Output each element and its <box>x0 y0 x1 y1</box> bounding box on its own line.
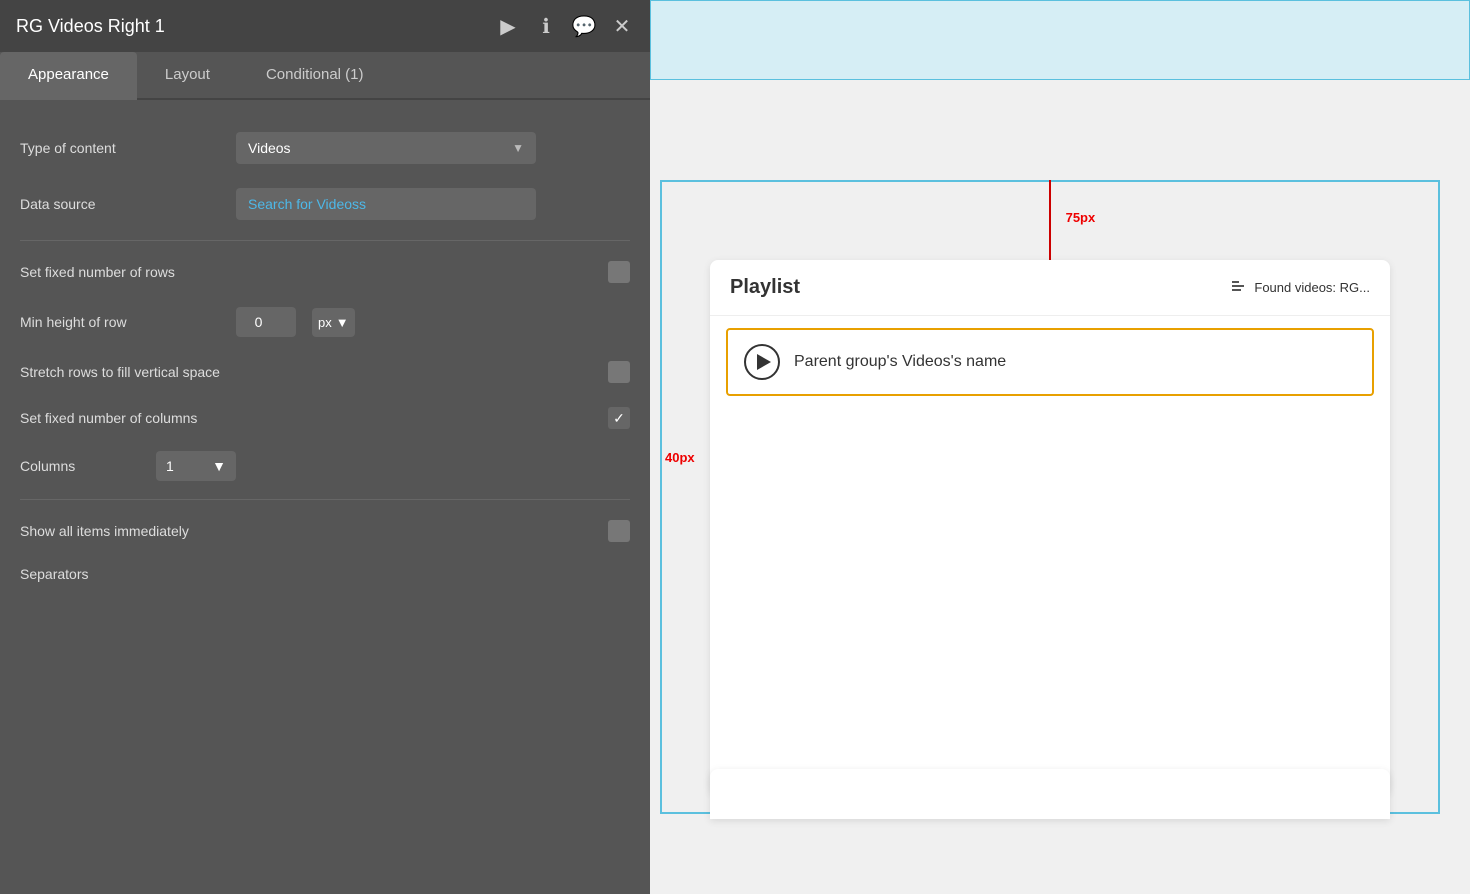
panel-header: RG Videos Right 1 ▶ ℹ 💬 ✕ <box>0 0 650 52</box>
play-icon[interactable]: ▶ <box>496 14 520 38</box>
play-button-circle <box>744 344 780 380</box>
left-panel: RG Videos Right 1 ▶ ℹ 💬 ✕ Appearance Lay… <box>0 0 650 894</box>
separators-label: Separators <box>20 566 220 582</box>
widget-card-header: Playlist Found videos: RG... <box>710 260 1390 316</box>
tab-appearance[interactable]: Appearance <box>0 52 137 100</box>
panel-content: Type of content Videos ▼ Data source Sea… <box>0 100 650 894</box>
chevron-down-icon: ▼ <box>212 458 226 474</box>
info-icon[interactable]: ℹ <box>534 14 558 38</box>
type-of-content-label: Type of content <box>20 140 220 156</box>
separators-row: Separators <box>20 554 630 594</box>
set-fixed-rows-label: Set fixed number of rows <box>20 264 175 280</box>
chevron-down-icon: ▼ <box>336 315 349 330</box>
type-of-content-select[interactable]: Videos ▼ <box>236 132 536 164</box>
data-source-row: Data source Search for Videoss <box>20 176 630 232</box>
tab-layout[interactable]: Layout <box>137 52 238 100</box>
data-source-control: Search for Videoss <box>236 188 630 220</box>
set-fixed-rows-row: Set fixed number of rows <box>20 249 630 295</box>
stretch-rows-checkbox[interactable] <box>608 361 630 383</box>
preview-widget: 75px 40px 101px Playlist Found vid <box>660 180 1440 814</box>
show-all-items-label: Show all items immediately <box>20 523 189 539</box>
widget-card-bottom <box>710 769 1390 819</box>
min-height-row: Min height of row px ▼ <box>20 295 630 349</box>
type-of-content-control: Videos ▼ <box>236 132 630 164</box>
top-strip <box>650 0 1470 80</box>
unit-select[interactable]: px ▼ <box>312 308 355 337</box>
card-subtitle: Found videos: RG... <box>1232 280 1370 295</box>
min-height-label: Min height of row <box>20 314 220 330</box>
tab-conditional[interactable]: Conditional (1) <box>238 52 392 100</box>
divider-1 <box>20 240 630 241</box>
stretch-rows-label: Stretch rows to fill vertical space <box>20 364 220 380</box>
right-panel: 75px 40px 101px Playlist Found vid <box>650 0 1470 894</box>
columns-label: Columns <box>20 458 140 474</box>
divider-2 <box>20 499 630 500</box>
set-fixed-columns-row: Set fixed number of columns ✓ <box>20 395 630 441</box>
measure-40px-label: 40px <box>665 450 695 465</box>
checkmark-icon: ✓ <box>613 410 625 427</box>
tabs-bar: Appearance Layout Conditional (1) <box>0 52 650 100</box>
data-source-button[interactable]: Search for Videoss <box>236 188 536 220</box>
search-icon <box>1232 281 1250 295</box>
widget-item-selected[interactable]: Parent group's Videos's name <box>726 328 1374 396</box>
type-of-content-row: Type of content Videos ▼ <box>20 120 630 176</box>
set-fixed-rows-checkbox[interactable] <box>608 261 630 283</box>
set-fixed-columns-label: Set fixed number of columns <box>20 410 197 426</box>
show-all-items-checkbox[interactable] <box>608 520 630 542</box>
card-title: Playlist <box>730 276 800 299</box>
item-text: Parent group's Videos's name <box>794 353 1006 371</box>
header-icons: ▶ ℹ 💬 ✕ <box>496 14 634 38</box>
panel-title: RG Videos Right 1 <box>16 16 165 37</box>
measure-75px-label: 75px <box>1066 210 1096 225</box>
columns-row: Columns 1 ▼ <box>20 441 630 491</box>
columns-select[interactable]: 1 ▼ <box>156 451 236 481</box>
min-height-input[interactable] <box>236 307 296 337</box>
show-all-items-row: Show all items immediately <box>20 508 630 554</box>
set-fixed-columns-checkbox[interactable]: ✓ <box>608 407 630 429</box>
chevron-down-icon: ▼ <box>512 141 524 155</box>
data-source-label: Data source <box>20 196 220 212</box>
stretch-rows-row: Stretch rows to fill vertical space <box>20 349 630 395</box>
play-triangle-icon <box>757 354 771 370</box>
widget-card: Playlist Found videos: RG... <box>710 260 1390 794</box>
chat-icon[interactable]: 💬 <box>572 14 596 38</box>
close-icon[interactable]: ✕ <box>610 14 634 38</box>
